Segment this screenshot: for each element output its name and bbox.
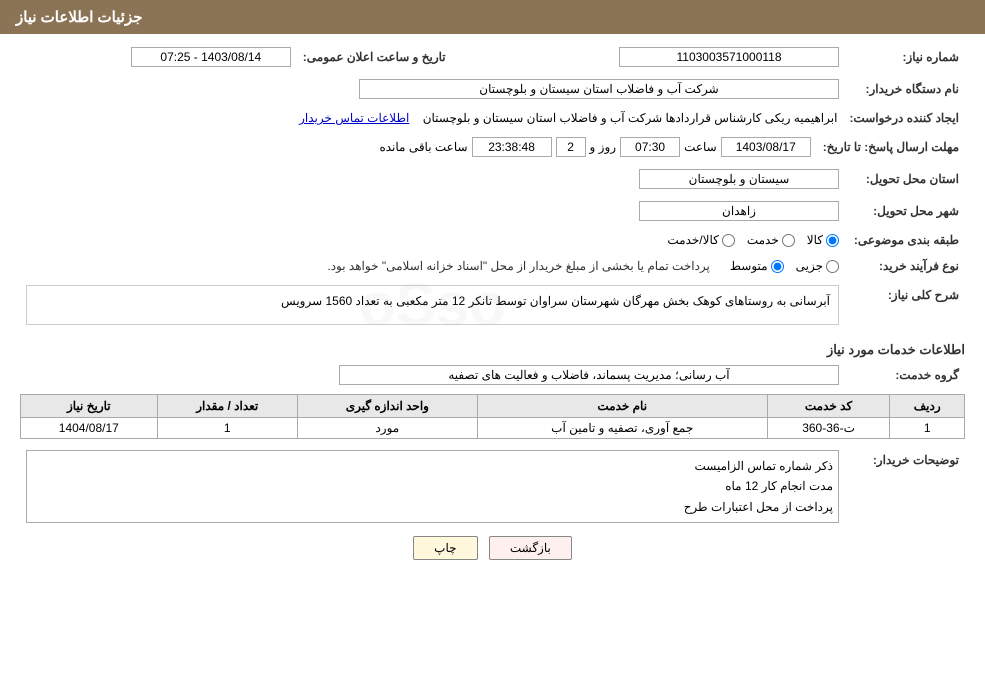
description-text: آبرسانی به روستاهای کوهک بخش مهرگان شهرس…: [281, 294, 830, 308]
service-group-value: آب رسانی؛ مدیریت پسماند، فاضلاب و فعالیت…: [339, 365, 839, 385]
category-kala-label: کالا: [807, 233, 823, 247]
category-label: طبقه بندی موضوعی:: [845, 230, 965, 250]
process-note: پرداخت تمام یا بخشی از مبلغ خریدار از مح…: [327, 259, 710, 273]
process-motawaset-radio[interactable]: [771, 260, 784, 273]
need-number-cell: 1103003571000118: [472, 44, 845, 70]
buyer-notes-box: ذکر شماره تماس الزامیستمدت انجام کار 12 …: [26, 450, 839, 523]
province-cell: سیستان و بلوچستان: [20, 166, 845, 192]
announce-label: تاریخ و ساعت اعلان عمومی:: [297, 44, 452, 70]
info-table-notes: توضیحات خریدار: ذکر شماره تماس الزامیستم…: [20, 447, 965, 526]
process-jozi-label: جزیی: [796, 259, 823, 273]
description-cell: oSso آبرسانی به روستاهای کوهک بخش مهرگان…: [20, 282, 845, 334]
note-line: ذکر شماره تماس الزامیست: [32, 456, 833, 476]
page-header: جزئیات اطلاعات نیاز: [0, 0, 985, 34]
city-cell: زاهدان: [20, 198, 845, 224]
buyer-org-cell: شرکت آب و فاضلاب استان سیستان و بلوچستان: [20, 76, 845, 102]
category-kala-khedmat-radio[interactable]: [722, 234, 735, 247]
note-line: مدت انجام کار 12 ماه: [32, 476, 833, 496]
creator-value: ابراهیمیه ریکی کارشناس قراردادها شرکت آب…: [423, 111, 838, 125]
cell-date: 1404/08/17: [21, 418, 158, 439]
table-row: 1ت-36-360جمع آوری، تصفیه و تامین آبمورد1…: [21, 418, 965, 439]
info-table-province: استان محل تحویل: سیستان و بلوچستان: [20, 166, 965, 192]
announce-value: 1403/08/14 - 07:25: [131, 47, 291, 67]
deadline-date-value: 1403/08/17: [721, 137, 811, 157]
deadline-remaining-label: ساعت باقی مانده: [379, 140, 467, 154]
note-line: پرداخت از محل اعتبارات طرح: [32, 497, 833, 517]
deadline-days-value: 2: [556, 137, 586, 157]
category-cell: کالا خدمت کالا/خدمت: [20, 230, 845, 250]
category-kala-khedmat-label: کالا/خدمت: [667, 233, 718, 247]
service-group-label: گروه خدمت:: [845, 362, 965, 388]
services-table: ردیف کد خدمت نام خدمت واحد اندازه گیری ت…: [20, 394, 965, 439]
buyer-notes-label: توضیحات خریدار:: [845, 447, 965, 526]
print-button[interactable]: چاپ: [413, 536, 477, 560]
process-jozi-radio[interactable]: [826, 260, 839, 273]
creator-label: ایجاد کننده درخواست:: [843, 108, 965, 128]
deadline-time-label: ساعت: [684, 140, 717, 154]
cell-row: 1: [890, 418, 965, 439]
col-header-quantity: تعداد / مقدار: [157, 395, 297, 418]
deadline-day-label: روز و: [590, 140, 617, 154]
deadline-cell: 1403/08/17 ساعت 07:30 روز و 2 23:38:48 س…: [20, 134, 817, 160]
process-radio-group: جزیی متوسط پرداخت تمام یا بخشی از مبلغ خ…: [26, 259, 839, 273]
description-box: oSso آبرسانی به روستاهای کوهک بخش مهرگان…: [26, 285, 839, 325]
buyer-org-value: شرکت آب و فاضلاب استان سیستان و بلوچستان: [359, 79, 839, 99]
province-label: استان محل تحویل:: [845, 166, 965, 192]
category-khedmat-option[interactable]: خدمت: [747, 233, 795, 247]
col-header-date: تاریخ نیاز: [21, 395, 158, 418]
deadline-time-value: 07:30: [620, 137, 680, 157]
col-header-name: نام خدمت: [477, 395, 767, 418]
buyer-notes-cell: ذکر شماره تماس الزامیستمدت انجام کار 12 …: [20, 447, 845, 526]
info-table-top: شماره نیاز: 1103003571000118 تاریخ و ساع…: [20, 44, 965, 70]
city-label: شهر محل تحویل:: [845, 198, 965, 224]
back-button[interactable]: بازگشت: [489, 536, 572, 560]
cell-name: جمع آوری، تصفیه و تامین آب: [477, 418, 767, 439]
col-header-row: ردیف: [890, 395, 965, 418]
province-value: سیستان و بلوچستان: [639, 169, 839, 189]
buyer-org-label: نام دستگاه خریدار:: [845, 76, 965, 102]
category-kala-khedmat-option[interactable]: کالا/خدمت: [667, 233, 734, 247]
info-table-city: شهر محل تحویل: زاهدان: [20, 198, 965, 224]
category-radio-group: کالا خدمت کالا/خدمت: [26, 233, 839, 247]
cell-unit: مورد: [297, 418, 477, 439]
description-label: شرح کلی نیاز:: [845, 282, 965, 334]
page-wrapper: جزئیات اطلاعات نیاز شماره نیاز: 11030035…: [0, 0, 985, 691]
process-motawaset-label: متوسط: [730, 259, 768, 273]
deadline-label: مهلت ارسال پاسخ: تا تاریخ:: [817, 134, 965, 160]
info-table-service-group: گروه خدمت: آب رسانی؛ مدیریت پسماند، فاضل…: [20, 362, 965, 388]
bottom-buttons: بازگشت چاپ: [20, 536, 965, 560]
deadline-remaining-value: 23:38:48: [472, 137, 552, 157]
announce-cell: 1403/08/14 - 07:25: [20, 44, 297, 70]
city-value: زاهدان: [639, 201, 839, 221]
page-title: جزئیات اطلاعات نیاز: [16, 9, 143, 26]
process-motawaset-option[interactable]: متوسط: [730, 259, 784, 273]
need-number-value: 1103003571000118: [619, 47, 839, 67]
info-table-buyer: نام دستگاه خریدار: شرکت آب و فاضلاب استا…: [20, 76, 965, 102]
info-table-description: شرح کلی نیاز: oSso آبرسانی به روستاهای ک…: [20, 282, 965, 334]
info-table-deadline: مهلت ارسال پاسخ: تا تاریخ: 1403/08/17 سا…: [20, 134, 965, 160]
category-khedmat-label: خدمت: [747, 233, 779, 247]
category-khedmat-radio[interactable]: [782, 234, 795, 247]
main-content: شماره نیاز: 1103003571000118 تاریخ و ساع…: [0, 34, 985, 580]
need-number-label: شماره نیاز:: [845, 44, 965, 70]
process-label: نوع فرآیند خرید:: [845, 256, 965, 276]
category-kala-radio[interactable]: [826, 234, 839, 247]
creator-cell: ابراهیمیه ریکی کارشناس قراردادها شرکت آب…: [20, 108, 843, 128]
service-info-title: اطلاعات خدمات مورد نیاز: [20, 342, 965, 358]
category-kala-option[interactable]: کالا: [807, 233, 839, 247]
info-table-process: نوع فرآیند خرید: جزیی متوسط پرداخت تمام …: [20, 256, 965, 276]
process-cell: جزیی متوسط پرداخت تمام یا بخشی از مبلغ خ…: [20, 256, 845, 276]
service-group-cell: آب رسانی؛ مدیریت پسماند، فاضلاب و فعالیت…: [20, 362, 845, 388]
col-header-unit: واحد اندازه گیری: [297, 395, 477, 418]
info-table-creator: ایجاد کننده درخواست: ابراهیمیه ریکی کارش…: [20, 108, 965, 128]
col-header-code: کد خدمت: [767, 395, 890, 418]
cell-code: ت-36-360: [767, 418, 890, 439]
process-jozi-option[interactable]: جزیی: [796, 259, 839, 273]
info-table-category: طبقه بندی موضوعی: کالا خدمت: [20, 230, 965, 250]
contact-link[interactable]: اطلاعات تماس خریدار: [299, 111, 409, 125]
cell-quantity: 1: [157, 418, 297, 439]
